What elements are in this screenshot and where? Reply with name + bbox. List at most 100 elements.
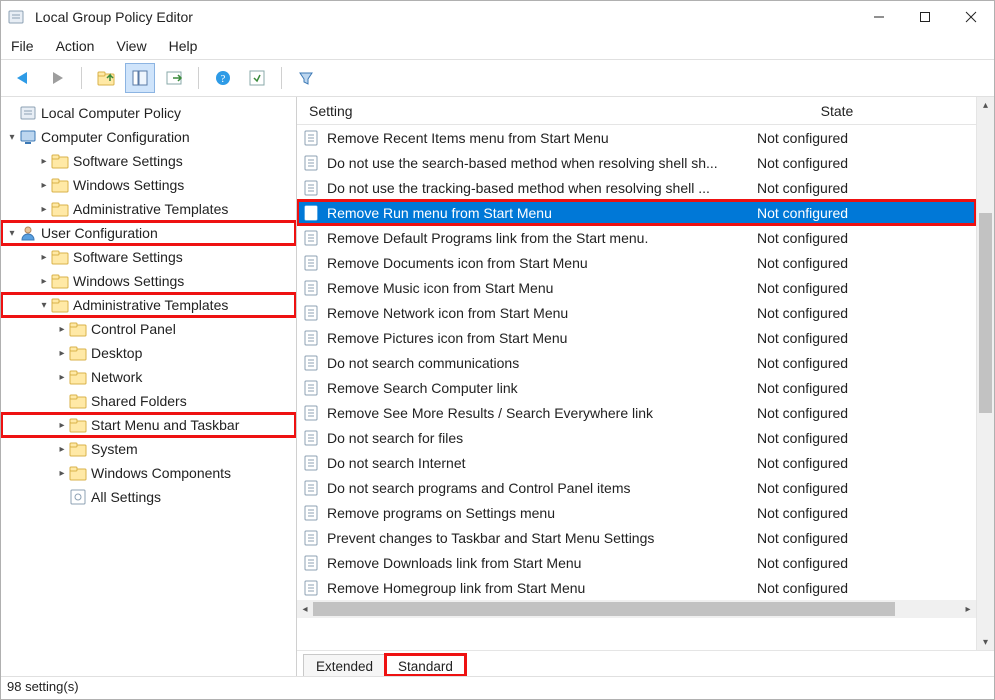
menu-view[interactable]: View	[116, 38, 146, 54]
settings-grid[interactable]: Setting State Remove Recent Items menu f…	[297, 97, 976, 650]
tree-all-settings[interactable]: All Settings	[1, 485, 296, 509]
policy-icon	[303, 154, 321, 172]
table-row[interactable]: Remove Search Computer linkNot configure…	[297, 375, 976, 400]
table-row[interactable]: Remove programs on Settings menuNot conf…	[297, 500, 976, 525]
tree-uc-software[interactable]: ▸Software Settings	[1, 245, 296, 269]
up-button[interactable]	[92, 64, 120, 92]
table-row[interactable]: Remove Music icon from Start MenuNot con…	[297, 275, 976, 300]
maximize-button[interactable]	[902, 1, 948, 33]
setting-name: Remove Music icon from Start Menu	[327, 280, 553, 296]
close-button[interactable]	[948, 1, 994, 33]
table-row[interactable]: Do not search InternetNot configured	[297, 450, 976, 475]
chevron-right-icon[interactable]: ▸	[55, 444, 69, 455]
scroll-left-icon[interactable]: ◂	[297, 604, 313, 615]
table-row[interactable]: Do not search for filesNot configured	[297, 425, 976, 450]
tree-label: Software Settings	[73, 153, 183, 169]
setting-state: Not configured	[757, 155, 917, 171]
show-hide-tree-button[interactable]	[126, 64, 154, 92]
col-state[interactable]: State	[757, 103, 917, 119]
setting-name: Do not search Internet	[327, 455, 466, 471]
chevron-right-icon[interactable]: ▸	[37, 180, 51, 191]
table-row[interactable]: Remove Downloads link from Start MenuNot…	[297, 550, 976, 575]
tree-cc-admin[interactable]: ▸Administrative Templates	[1, 197, 296, 221]
chevron-right-icon[interactable]: ▸	[55, 468, 69, 479]
chevron-right-icon[interactable]: ▸	[55, 324, 69, 335]
tree-cc-software[interactable]: ▸ Software Settings	[1, 149, 296, 173]
tab-standard[interactable]: Standard	[385, 654, 466, 676]
export-button[interactable]	[160, 64, 188, 92]
table-row[interactable]: Remove Default Programs link from the St…	[297, 225, 976, 250]
workspace: Local Computer Policy ▾ Computer Configu…	[1, 97, 994, 677]
table-row[interactable]: Remove Network icon from Start MenuNot c…	[297, 300, 976, 325]
folder-icon	[51, 248, 69, 266]
scroll-down-icon[interactable]: ▾	[977, 634, 994, 650]
col-setting[interactable]: Setting	[297, 103, 757, 119]
tree-label: Computer Configuration	[41, 129, 190, 145]
table-row[interactable]: Remove See More Results / Search Everywh…	[297, 400, 976, 425]
forward-button[interactable]	[43, 64, 71, 92]
tree-computer-config[interactable]: ▾ Computer Configuration	[1, 125, 296, 149]
folder-icon	[51, 296, 69, 314]
console-tree[interactable]: Local Computer Policy ▾ Computer Configu…	[1, 97, 297, 676]
table-row[interactable]: Remove Homegroup link from Start MenuNot…	[297, 575, 976, 600]
tree-control-panel[interactable]: ▸Control Panel	[1, 317, 296, 341]
table-row[interactable]: Remove Pictures icon from Start MenuNot …	[297, 325, 976, 350]
table-row[interactable]: Do not use the tracking-based method whe…	[297, 175, 976, 200]
table-row[interactable]: Remove Run menu from Start MenuNot confi…	[297, 200, 976, 225]
scrollbar-thumb[interactable]	[979, 213, 992, 413]
horizontal-scrollbar[interactable]: ◂ ▸	[297, 600, 976, 618]
tree-shared-folders[interactable]: Shared Folders	[1, 389, 296, 413]
tree-label: Administrative Templates	[73, 297, 228, 313]
menu-file[interactable]: File	[11, 38, 34, 54]
menu-help[interactable]: Help	[169, 38, 198, 54]
tree-windows-comp[interactable]: ▸Windows Components	[1, 461, 296, 485]
table-row[interactable]: Do not search communications Not configur…	[297, 350, 976, 375]
chevron-down-icon[interactable]: ▾	[5, 228, 19, 239]
tree-uc-windows[interactable]: ▸Windows Settings	[1, 269, 296, 293]
menu-action[interactable]: Action	[56, 38, 95, 54]
chevron-down-icon[interactable]: ▾	[37, 300, 51, 311]
tree-label: User Configuration	[41, 225, 158, 241]
tree-start-menu[interactable]: ▸Start Menu and Taskbar	[1, 413, 296, 437]
setting-name: Do not search communications	[327, 355, 519, 371]
minimize-button[interactable]	[856, 1, 902, 33]
tree-cc-windows[interactable]: ▸Windows Settings	[1, 173, 296, 197]
tree-system[interactable]: ▸System	[1, 437, 296, 461]
tree-uc-admin[interactable]: ▾ Administrative Templates	[1, 293, 296, 317]
table-row[interactable]: Remove Documents icon from Start MenuNot…	[297, 250, 976, 275]
table-row[interactable]: Do not search programs and Control Panel…	[297, 475, 976, 500]
column-headers[interactable]: Setting State	[297, 97, 976, 125]
setting-state: Not configured	[757, 355, 917, 371]
refresh-button[interactable]	[243, 64, 271, 92]
table-row[interactable]: Do not use the search-based method when …	[297, 150, 976, 175]
scroll-up-icon[interactable]: ▴	[977, 97, 994, 113]
chevron-down-icon[interactable]: ▾	[5, 132, 19, 143]
policy-icon	[303, 529, 321, 547]
scroll-right-icon[interactable]: ▸	[960, 604, 976, 615]
tree-user-config[interactable]: ▾ User Configuration	[1, 221, 296, 245]
chevron-right-icon[interactable]: ▸	[55, 348, 69, 359]
setting-state: Not configured	[757, 580, 917, 596]
tree-network[interactable]: ▸Network	[1, 365, 296, 389]
filter-button[interactable]	[292, 64, 320, 92]
chevron-right-icon[interactable]: ▸	[55, 420, 69, 431]
help-button[interactable]: ?	[209, 64, 237, 92]
chevron-right-icon[interactable]: ▸	[37, 276, 51, 287]
policy-icon	[303, 404, 321, 422]
vertical-scrollbar[interactable]: ▴ ▾	[976, 97, 994, 650]
back-button[interactable]	[9, 64, 37, 92]
tab-extended[interactable]: Extended	[303, 654, 386, 676]
folder-icon	[51, 272, 69, 290]
setting-state: Not configured	[757, 130, 917, 146]
table-row[interactable]: Remove Recent Items menu from Start Menu…	[297, 125, 976, 150]
tree-desktop[interactable]: ▸Desktop	[1, 341, 296, 365]
scrollbar-thumb[interactable]	[313, 602, 895, 616]
policy-icon	[303, 179, 321, 197]
table-row[interactable]: Prevent changes to Taskbar and Start Men…	[297, 525, 976, 550]
tree-root[interactable]: Local Computer Policy	[1, 101, 296, 125]
chevron-right-icon[interactable]: ▸	[37, 204, 51, 215]
chevron-right-icon[interactable]: ▸	[37, 156, 51, 167]
setting-state: Not configured	[757, 505, 917, 521]
chevron-right-icon[interactable]: ▸	[55, 372, 69, 383]
chevron-right-icon[interactable]: ▸	[37, 252, 51, 263]
